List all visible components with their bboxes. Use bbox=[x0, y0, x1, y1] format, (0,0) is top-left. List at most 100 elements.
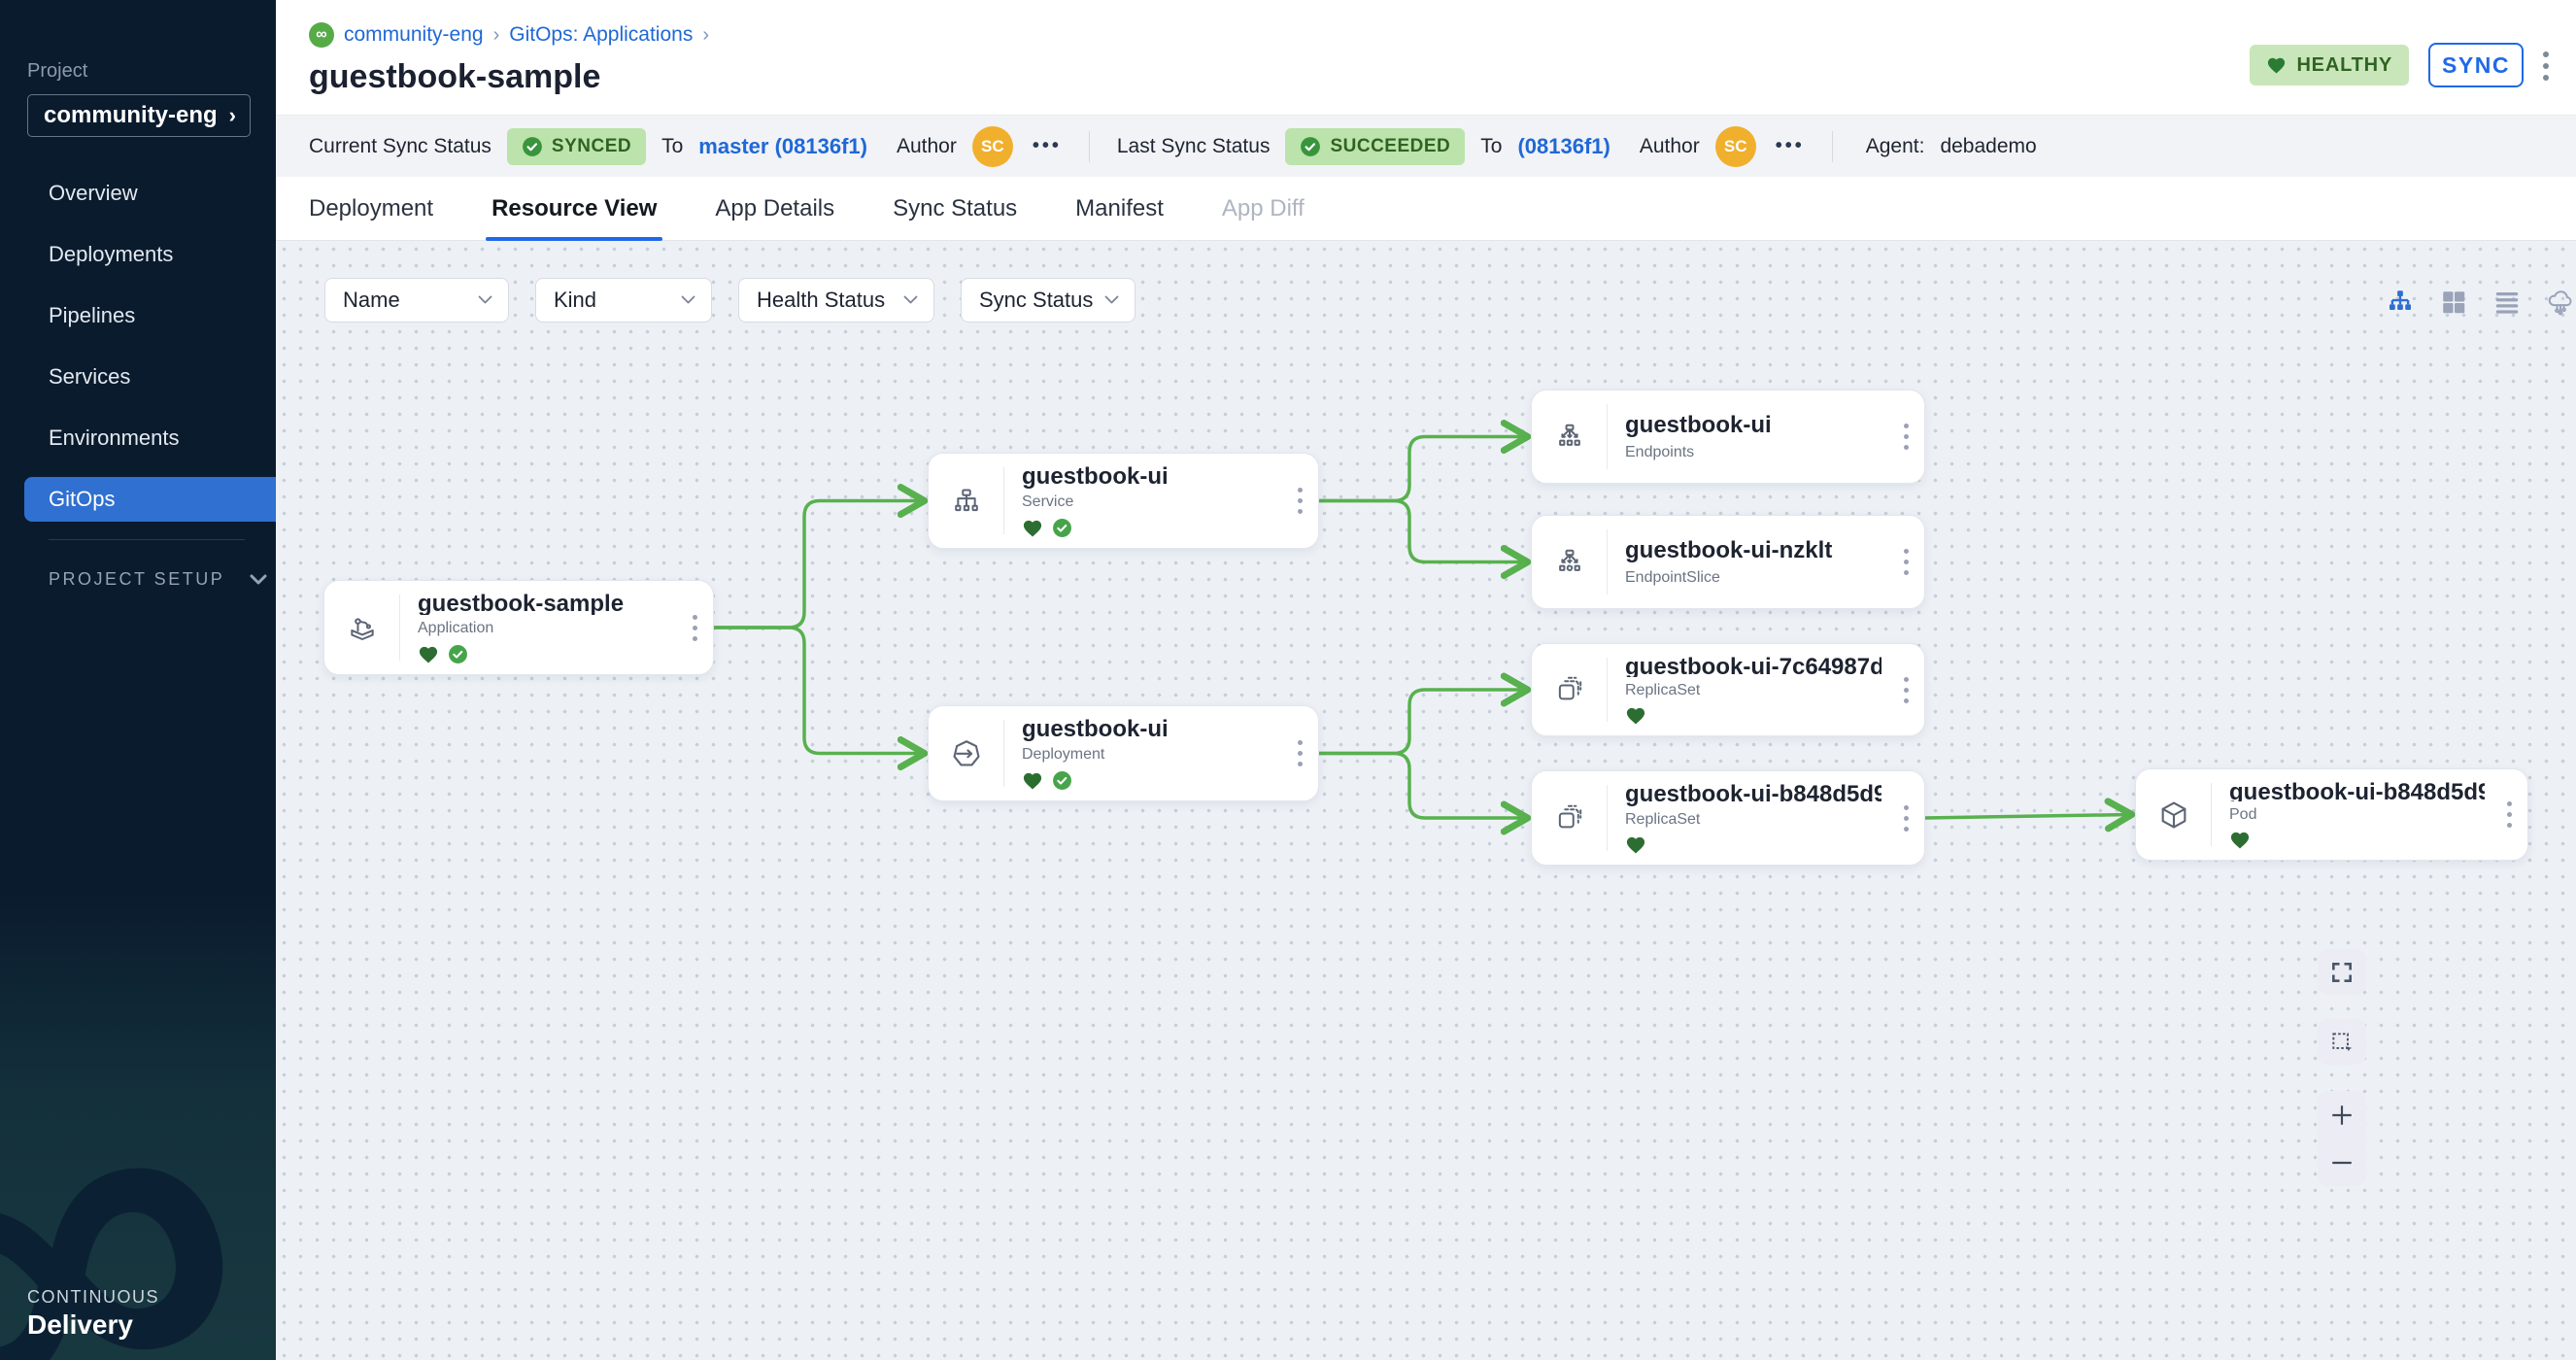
page-kebab-menu[interactable] bbox=[2543, 46, 2553, 85]
sidebar-item-environments[interactable]: Environments bbox=[0, 407, 276, 468]
project-selector[interactable]: community-eng › bbox=[27, 94, 251, 137]
page-header: ∞ community-eng › GitOps: Applications ›… bbox=[276, 0, 2576, 115]
sidebar-item-pipelines[interactable]: Pipelines bbox=[0, 285, 276, 346]
filter-name[interactable]: Name bbox=[324, 278, 509, 323]
divider bbox=[1832, 131, 1833, 162]
commit-more-button[interactable]: ••• bbox=[1033, 135, 1062, 157]
tab-manifest[interactable]: Manifest bbox=[1075, 177, 1164, 240]
synced-check-icon bbox=[1052, 770, 1072, 791]
node-body: guestbook-uiService bbox=[1004, 454, 1281, 548]
grid-view-icon[interactable] bbox=[2439, 288, 2468, 317]
node-kind: Service bbox=[1022, 493, 1275, 511]
resource-node-deploy[interactable]: guestbook-uiDeployment bbox=[928, 705, 1319, 801]
resource-node-eps[interactable]: guestbook-ui-nzklt EndpointSlice bbox=[1531, 515, 1925, 609]
check-circle-icon bbox=[1300, 136, 1321, 157]
divider bbox=[1089, 131, 1090, 162]
tab-resource-view[interactable]: Resource View bbox=[491, 177, 657, 240]
tab-bar: Deployment Resource View App Details Sync S… bbox=[276, 177, 2576, 241]
zoom-control bbox=[2318, 1091, 2366, 1186]
zoom-out-button[interactable] bbox=[2318, 1140, 2366, 1185]
resource-node-ep[interactable]: guestbook-ui Endpoints bbox=[1531, 390, 1925, 484]
node-status-icons bbox=[1625, 835, 1881, 855]
filter-sync-status[interactable]: Sync Status bbox=[961, 278, 1135, 323]
sidebar-item-overview[interactable]: Overview bbox=[0, 162, 276, 223]
tab-app-details[interactable]: App Details bbox=[715, 177, 834, 240]
edge-svc-to-ep bbox=[1319, 437, 1526, 501]
sync-button[interactable]: SYNC bbox=[2428, 43, 2524, 87]
gitops-icon: ∞ bbox=[309, 22, 334, 48]
tab-deployment[interactable]: Deployment bbox=[309, 177, 433, 240]
commit-more-button[interactable]: ••• bbox=[1776, 135, 1805, 157]
filter-label: Sync Status bbox=[979, 288, 1093, 313]
node-kind: EndpointSlice bbox=[1625, 569, 1881, 587]
node-status-icons bbox=[1022, 770, 1275, 791]
node-kebab-menu[interactable] bbox=[2491, 769, 2527, 860]
project-setup-toggle[interactable]: PROJECT SETUP bbox=[49, 569, 276, 590]
edge-deploy-to-rs2 bbox=[1319, 754, 1526, 819]
cloud-view-icon[interactable] bbox=[2546, 288, 2575, 317]
sidebar-item-gitops[interactable]: GitOps bbox=[24, 477, 276, 522]
tree-view-icon[interactable] bbox=[2386, 288, 2415, 317]
resource-node-app[interactable]: guestbook-sampleApplication bbox=[323, 580, 714, 675]
filter-health-status[interactable]: Health Status bbox=[738, 278, 934, 323]
sidebar-item-services[interactable]: Services bbox=[0, 346, 276, 407]
resource-view-canvas[interactable]: Name Kind Health Status Sync Status guestbo… bbox=[276, 241, 2576, 1360]
current-ref-link[interactable]: master (08136f1) bbox=[698, 134, 867, 159]
filter-kind[interactable]: Kind bbox=[535, 278, 712, 323]
service-icon bbox=[929, 467, 1004, 534]
node-name: guestbook-ui-nzklt bbox=[1625, 537, 1881, 564]
sidebar-item-deployments[interactable]: Deployments bbox=[0, 223, 276, 285]
node-kebab-menu[interactable] bbox=[676, 581, 713, 674]
node-kebab-menu[interactable] bbox=[1281, 454, 1318, 548]
breadcrumb-separator: › bbox=[493, 24, 500, 47]
author-label: Author bbox=[897, 135, 957, 158]
node-kebab-menu[interactable] bbox=[1887, 771, 1924, 865]
edge-deploy-to-rs1 bbox=[1319, 690, 1526, 754]
node-kebab-menu[interactable] bbox=[1887, 516, 1924, 608]
author-label: Author bbox=[1640, 135, 1700, 158]
tab-app-diff[interactable]: App Diff bbox=[1222, 177, 1305, 240]
view-mode-toolbar bbox=[2386, 288, 2576, 317]
node-name: guestbook-ui bbox=[1625, 412, 1881, 439]
zoom-in-button[interactable] bbox=[2318, 1093, 2366, 1138]
chevron-down-icon bbox=[250, 574, 267, 585]
healthy-heart-icon bbox=[418, 645, 439, 664]
project-setup-label: PROJECT SETUP bbox=[49, 569, 224, 590]
synced-pill-label: SYNCED bbox=[552, 136, 631, 157]
node-kind: Endpoints bbox=[1625, 444, 1881, 461]
node-kebab-menu[interactable] bbox=[1281, 706, 1318, 800]
succeeded-pill-label: SUCCEEDED bbox=[1330, 136, 1450, 157]
filter-label: Kind bbox=[554, 288, 596, 313]
node-body: guestbook-ui-b848d5d9dReplicaSet bbox=[1608, 771, 1887, 865]
healthy-heart-icon bbox=[1022, 519, 1043, 538]
author-avatar: SC bbox=[972, 126, 1013, 167]
healthy-heart-icon bbox=[1022, 771, 1043, 791]
sync-status-bar: Current Sync Status SYNCED To master (08… bbox=[276, 115, 2576, 177]
resource-node-svc[interactable]: guestbook-uiService bbox=[928, 453, 1319, 549]
resource-node-rs1[interactable]: guestbook-ui-7c64987dc9ReplicaSet bbox=[1531, 643, 1925, 736]
endpoints-icon bbox=[1532, 404, 1608, 469]
project-label: Project bbox=[27, 60, 251, 83]
succeeded-pill: SUCCEEDED bbox=[1285, 128, 1465, 165]
list-view-icon[interactable] bbox=[2492, 288, 2522, 317]
chevron-right-icon: › bbox=[229, 103, 236, 128]
last-ref-link[interactable]: (08136f1) bbox=[1517, 134, 1610, 159]
fullscreen-button[interactable] bbox=[2318, 949, 2366, 995]
filter-bar: Name Kind Health Status Sync Status bbox=[324, 278, 1135, 323]
node-kebab-menu[interactable] bbox=[1887, 644, 1924, 735]
to-label: To bbox=[661, 135, 683, 158]
chevron-down-icon bbox=[478, 295, 492, 305]
node-body: guestbook-ui-b848d5d9...Pod bbox=[2212, 769, 2491, 860]
application-icon bbox=[324, 595, 400, 661]
breadcrumb-applications-link[interactable]: GitOps: Applications bbox=[509, 23, 693, 47]
tab-sync-status[interactable]: Sync Status bbox=[893, 177, 1017, 240]
project-name: community-eng bbox=[44, 102, 218, 129]
node-body: guestbook-ui Endpoints bbox=[1608, 391, 1887, 483]
endpointslice-icon bbox=[1532, 529, 1608, 595]
node-kebab-menu[interactable] bbox=[1887, 391, 1924, 483]
node-body: guestbook-ui-7c64987dc9ReplicaSet bbox=[1608, 644, 1887, 735]
breadcrumb-project-link[interactable]: community-eng bbox=[344, 23, 484, 47]
marquee-zoom-button[interactable] bbox=[2318, 1019, 2366, 1065]
resource-node-pod[interactable]: guestbook-ui-b848d5d9...Pod bbox=[2135, 768, 2528, 861]
resource-node-rs2[interactable]: guestbook-ui-b848d5d9dReplicaSet bbox=[1531, 770, 1925, 866]
